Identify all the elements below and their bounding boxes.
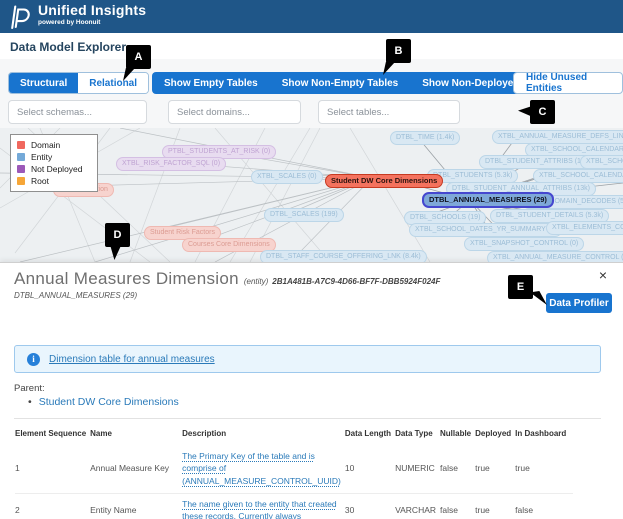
- graph-node-student-dw-core-dimensions[interactable]: Student DW Core Dimensions: [325, 174, 443, 188]
- cell-seq: 1: [15, 446, 90, 493]
- table-row: 1Annual Measure KeyThe Primary Key of th…: [15, 446, 573, 493]
- cell-name: Entity Name: [90, 493, 182, 519]
- column-header-in-dashboard: In Dashboard: [515, 426, 573, 446]
- legend-swatch-not-deployed: [17, 165, 25, 173]
- column-header-data-type: Data Type: [395, 426, 440, 446]
- graph-node-xtbl-snapshot-control-0[interactable]: XTBL_SNAPSHOT_CONTROL (0): [464, 237, 584, 251]
- parent-label: Parent:: [14, 383, 45, 394]
- divider: [14, 418, 601, 419]
- description-link[interactable]: these records. Currently always: [182, 510, 341, 519]
- entity-kind: (entity): [244, 277, 268, 286]
- cell-data_type: NUMERIC: [395, 446, 440, 493]
- callout-a: A: [126, 45, 151, 69]
- hoonuit-logo-icon: [10, 4, 34, 30]
- legend-item-root: Root: [17, 175, 91, 187]
- legend-item-entity: Entity: [17, 151, 91, 163]
- cell-nullable: false: [440, 446, 475, 493]
- show-empty-tables-button[interactable]: Show Empty Tables: [152, 72, 270, 94]
- column-header-deployed: Deployed: [475, 426, 515, 446]
- graph-node-xtbl-risk-factor-sql-0[interactable]: XTBL_RISK_FACTOR_SQL (0): [116, 157, 226, 171]
- cell-description: The name given to the entity that create…: [182, 493, 345, 519]
- column-header-element-sequence: Element Sequence: [15, 426, 90, 446]
- select-domains-input[interactable]: [168, 100, 301, 124]
- cell-in_dashboard: true: [515, 446, 573, 493]
- graph-node-courses-core-dimensions[interactable]: Courses Core Dimensions: [182, 238, 276, 252]
- graph-node-xtbl-schoo[interactable]: XTBL_SCHOO: [580, 155, 623, 169]
- page-header: Data Model Explorer: [0, 33, 623, 59]
- graph-node-xtbl-scales-0[interactable]: XTBL_SCALES (0): [251, 170, 323, 184]
- legend-swatch-root: [17, 177, 25, 185]
- cell-deployed: true: [475, 493, 515, 519]
- description-link[interactable]: The Primary Key of the table and is: [182, 450, 341, 462]
- description-link[interactable]: (ANNUAL_MEASURE_CONTROL_UUID): [182, 475, 341, 487]
- view-toggle-structural[interactable]: Structural: [9, 73, 78, 93]
- column-header-data-length: Data Length: [345, 426, 395, 446]
- graph-node-xtbl-annual-measure-control-22[interactable]: XTBL_ANNUAL_MEASURE_CONTROL (22): [487, 251, 623, 262]
- cell-nullable: false: [440, 493, 475, 519]
- column-header-description: Description: [182, 426, 345, 446]
- graph-node-dtbl-annual-measures-29[interactable]: DTBL_ANNUAL_MEASURES (29): [422, 192, 554, 208]
- top-app-bar: Unified Insights powered by Hoonuit: [0, 0, 623, 33]
- page-title: Data Model Explorer: [10, 40, 126, 54]
- legend-swatch-domain: [17, 141, 25, 149]
- callout-b: B: [386, 39, 411, 63]
- close-icon[interactable]: ×: [599, 268, 607, 282]
- select-schemas-input[interactable]: [8, 100, 147, 124]
- graph-node-xtbl-school-calendar-de[interactable]: XTBL_SCHOOL_CALENDAR_DE: [533, 169, 623, 183]
- callout-e: E: [508, 275, 533, 299]
- graph-node-xtbl-annual-measure-defs-link-22[interactable]: XTBL_ANNUAL_MEASURE_DEFS_LINK (22): [492, 130, 623, 144]
- description-link[interactable]: The name given to the entity that create…: [182, 498, 341, 510]
- graph-node-dtbl-scales-199[interactable]: DTBL_SCALES (199): [264, 208, 344, 222]
- graph-node-xtbl-school-dates-yr-summary-0[interactable]: XTBL_SCHOOL_DATES_YR_SUMMARY (0): [409, 223, 562, 237]
- view-toggle-relational[interactable]: Relational: [78, 73, 148, 93]
- cell-name: Annual Measure Key: [90, 446, 182, 493]
- graph-node-dtbl-staff-course-offering-lnk-8-4k[interactable]: DTBL_STAFF_COURSE_OFFERING_LNK (8.4k): [260, 250, 427, 262]
- app-subtitle: powered by Hoonuit: [38, 19, 146, 26]
- parent-link[interactable]: •Student DW Core Dimensions: [28, 396, 179, 408]
- legend-swatch-entity: [17, 153, 25, 161]
- legend-item-not-deployed: Not Deployed: [17, 163, 91, 175]
- app-window: Unified Insights powered by Hoonuit Data…: [0, 0, 623, 519]
- column-header-name: Name: [90, 426, 182, 446]
- entity-table-name: DTBL_ANNUAL_MEASURES (29): [14, 291, 137, 300]
- graph-node-xtbl-elements-cont[interactable]: XTBL_ELEMENTS_CONT: [546, 221, 623, 235]
- cell-deployed: true: [475, 446, 515, 493]
- entity-title: Annual Measures Dimension: [14, 269, 239, 288]
- graph-legend: DomainEntityNot DeployedRoot: [10, 134, 98, 192]
- entity-detail-panel: Annual Measures Dimension (entity) 2B1A481…: [0, 262, 623, 519]
- show-non-empty-tables-button[interactable]: Show Non-Empty Tables: [270, 72, 411, 94]
- entity-description-link[interactable]: Dimension table for annual measures: [49, 354, 215, 365]
- column-header-nullable: Nullable: [440, 426, 475, 446]
- legend-item-domain: Domain: [17, 139, 91, 151]
- graph-node-dtbl-time-1-4k[interactable]: DTBL_TIME (1.4k): [390, 131, 460, 145]
- cell-data_length: 10: [345, 446, 395, 493]
- cell-data_length: 30: [345, 493, 395, 519]
- entity-uuid: 2B1A481B-A7C9-4D66-BF7F-DBB5924F024F: [272, 277, 440, 286]
- attributes-table: Element SequenceNameDescriptionData Leng…: [15, 426, 573, 519]
- app-title: Unified Insights: [38, 2, 146, 18]
- entity-description-callout: i Dimension table for annual measures: [14, 345, 601, 373]
- cell-seq: 2: [15, 493, 90, 519]
- description-link[interactable]: comprise of: [182, 462, 341, 474]
- bullet: •: [28, 396, 32, 408]
- select-tables-input[interactable]: [318, 100, 460, 124]
- hide-unused-entities-button[interactable]: Hide Unused Entities: [513, 72, 623, 94]
- info-icon: i: [27, 353, 40, 366]
- data-profiler-button[interactable]: Data Profiler: [546, 293, 612, 313]
- filter-button-bar: Show Empty TablesShow Non-Empty TablesSh…: [152, 72, 570, 94]
- cell-data_type: VARCHAR: [395, 493, 440, 519]
- callout-c: C: [530, 100, 555, 124]
- cell-in_dashboard: false: [515, 493, 573, 519]
- callout-d: D: [105, 223, 130, 247]
- cell-description: The Primary Key of the table and iscompr…: [182, 446, 345, 493]
- data-model-graph[interactable]: DomainEntityNot DeployedRoot DTBL_TIME (…: [0, 128, 623, 262]
- table-row: 2Entity NameThe name given to the entity…: [15, 493, 573, 519]
